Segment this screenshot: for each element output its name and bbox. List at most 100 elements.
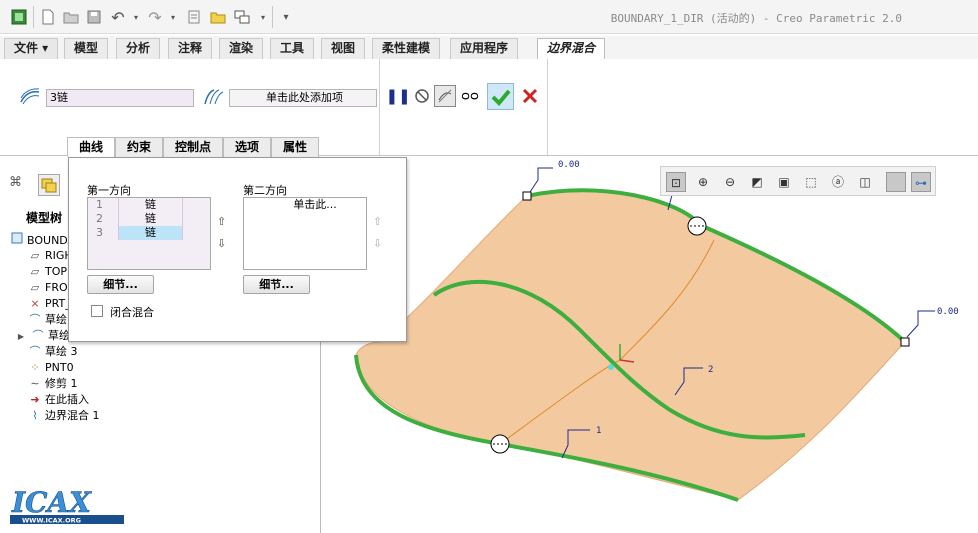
tab-flexible-modeling[interactable]: 柔性建模 <box>372 38 441 59</box>
tab-tools[interactable]: 工具 <box>270 38 315 59</box>
verify-glasses-icon[interactable]: ᴑᴑ <box>459 85 481 107</box>
graphics-window[interactable]: 0.00 0.00 1 2 <box>322 157 978 533</box>
new-file-icon[interactable] <box>38 7 58 27</box>
tab-view[interactable]: 视图 <box>321 38 366 59</box>
subtab-constraints[interactable]: 约束 <box>115 137 163 157</box>
window-switch-icon[interactable] <box>232 7 252 27</box>
csys-icon: ⨯ <box>30 297 40 310</box>
dim-label-right: 0.00 <box>937 307 959 317</box>
expand-arrow-icon[interactable]: ▶ <box>14 329 28 345</box>
list-item[interactable]: 1链 <box>88 198 210 212</box>
customize-toolbar-icon[interactable]: ▾ <box>276 7 296 27</box>
tab-applications[interactable]: 应用程序 <box>450 38 519 59</box>
second-direction-label: 第二方向 <box>243 184 287 197</box>
subtab-properties[interactable]: 属性 <box>271 137 319 157</box>
saved-views-icon[interactable]: ⬚ <box>801 172 821 192</box>
preview-geometry-icon[interactable] <box>434 85 456 107</box>
display-style-icon[interactable]: ▣ <box>774 172 794 192</box>
accept-button[interactable] <box>487 83 514 110</box>
svg-text:ICAX: ICAX <box>11 486 92 519</box>
datum-plane-icon: ▱ <box>30 249 40 262</box>
redo-icon[interactable]: ↷ <box>145 7 165 27</box>
move-up-icon[interactable]: ⇧ <box>217 216 229 228</box>
repaint-icon[interactable]: ◩ <box>747 172 767 192</box>
action-group: ❚❚ ᴑᴑ <box>381 59 548 155</box>
dim-label-top-left: 0.00 <box>558 160 580 170</box>
first-direction-collector[interactable]: 3链 <box>46 89 194 107</box>
tree-item-boundary-blend[interactable]: ⌇ 边界混合 1 <box>28 408 99 424</box>
cancel-button[interactable] <box>519 85 541 107</box>
save-icon[interactable] <box>84 7 104 27</box>
tree-item-sketch-3[interactable]: ⌒ 草绘 3 <box>28 344 78 360</box>
second-direction-placeholder: 单击此... <box>293 198 337 211</box>
undo-icon[interactable]: ↶ <box>108 7 128 27</box>
details-button-second[interactable]: 细节... <box>243 275 310 294</box>
layers-tab-icon[interactable] <box>38 174 60 196</box>
move-down-icon[interactable]: ⇩ <box>373 238 385 250</box>
ribbon-tab-row: 文件 ▾ 模型 分析 注释 渲染 工具 视图 柔性建模 应用程序 边界混合 <box>0 36 978 61</box>
view-manager-icon[interactable]: ⓐ <box>828 172 848 192</box>
redo-dropdown-icon[interactable]: ▾ <box>163 7 183 27</box>
tree-item-top[interactable]: ▱ TOP <box>28 264 67 280</box>
details-button-first[interactable]: 细节... <box>87 275 154 294</box>
icax-logo: ICAX WWW.ICAX.ORG <box>10 486 124 525</box>
boundary-blend-icon: ⌇ <box>32 409 38 422</box>
vertex-handle <box>900 337 910 347</box>
perspective-icon[interactable]: ◫ <box>855 172 875 192</box>
open-folder-icon[interactable] <box>61 7 81 27</box>
sketch-icon: ⌒ <box>32 329 44 342</box>
tree-item-sketch-2[interactable]: ▶ ⌒ 草绘 <box>14 328 70 344</box>
pause-icon[interactable]: ❚❚ <box>385 85 410 107</box>
windows-folder-icon[interactable] <box>208 7 228 27</box>
window-dropdown-icon[interactable]: ▾ <box>253 7 273 27</box>
tab-analysis[interactable]: 分析 <box>116 38 161 59</box>
svg-text:WWW.ICAX.ORG: WWW.ICAX.ORG <box>22 517 81 525</box>
model-tree-title: 模型树 <box>26 211 63 225</box>
trim-icon: ∼ <box>30 377 40 390</box>
tree-item-csys[interactable]: ⨯ PRT_ <box>28 296 70 312</box>
app-icon[interactable] <box>9 7 29 27</box>
vertex-handle <box>522 191 532 201</box>
curve-label-1: 1 <box>596 426 601 436</box>
second-direction-list[interactable]: 单击此... <box>243 197 367 270</box>
tree-item-insert-here[interactable]: ➜ 在此插入 <box>28 392 89 408</box>
tab-render[interactable]: 渲染 <box>219 38 264 59</box>
window-title: BOUNDARY_1_DIR (活动的) - Creo Parametric 2… <box>610 12 902 25</box>
refit-icon[interactable]: ⊡ <box>666 172 686 192</box>
tree-item-sketch-1[interactable]: ⌒ 草绘 <box>28 312 68 328</box>
tab-model[interactable]: 模型 <box>64 38 109 59</box>
tab-annotate[interactable]: 注释 <box>168 38 213 59</box>
tree-item-trim[interactable]: ∼ 修剪 1 <box>28 376 77 392</box>
tab-boundary-blend[interactable]: 边界混合 <box>537 38 606 61</box>
tab-file[interactable]: 文件 ▾ <box>4 38 59 59</box>
datum-plane-icon: ▱ <box>30 281 40 294</box>
undo-dropdown-icon[interactable]: ▾ <box>126 7 146 27</box>
move-up-icon[interactable]: ⇧ <box>373 216 385 228</box>
tree-layout-icon[interactable]: ⌘ <box>9 175 22 190</box>
list-item[interactable]: 2链 <box>88 212 210 226</box>
zoom-in-icon[interactable]: ⊕ <box>693 172 713 192</box>
no-preview-icon[interactable] <box>411 85 433 107</box>
boundary-blend-surface <box>355 189 906 501</box>
second-direction-collector[interactable]: 单击此处添加项 <box>229 89 377 107</box>
list-item-selected[interactable]: 3链 <box>88 226 210 240</box>
move-down-icon[interactable]: ⇩ <box>217 238 229 250</box>
first-direction-list[interactable]: 1链 2链 3链 <box>87 197 211 270</box>
first-direction-chain-icon <box>20 88 40 105</box>
datum-point-icon: ⁘ <box>30 361 40 374</box>
subtab-curves[interactable]: 曲线 <box>67 137 115 157</box>
curve-label-2: 2 <box>708 365 713 375</box>
zoom-out-icon[interactable]: ⊖ <box>720 172 740 192</box>
regenerate-icon[interactable] <box>184 7 204 27</box>
closed-blend-checkbox[interactable] <box>91 305 103 317</box>
subtab-control-points[interactable]: 控制点 <box>163 137 223 157</box>
datum-plane-icon: ▱ <box>30 265 40 278</box>
spin-center-icon[interactable]: ⊶ <box>911 172 931 192</box>
closed-blend-label: 闭合混合 <box>110 306 154 319</box>
insert-here-arrow-icon: ➜ <box>30 393 40 406</box>
sketch-icon: ⌒ <box>29 345 41 358</box>
tree-item-point[interactable]: ⁘ PNT0 <box>28 360 73 376</box>
annotation-display-icon[interactable] <box>886 172 906 192</box>
subtab-options[interactable]: 选项 <box>223 137 271 157</box>
sketch-icon: ⌒ <box>29 313 41 326</box>
